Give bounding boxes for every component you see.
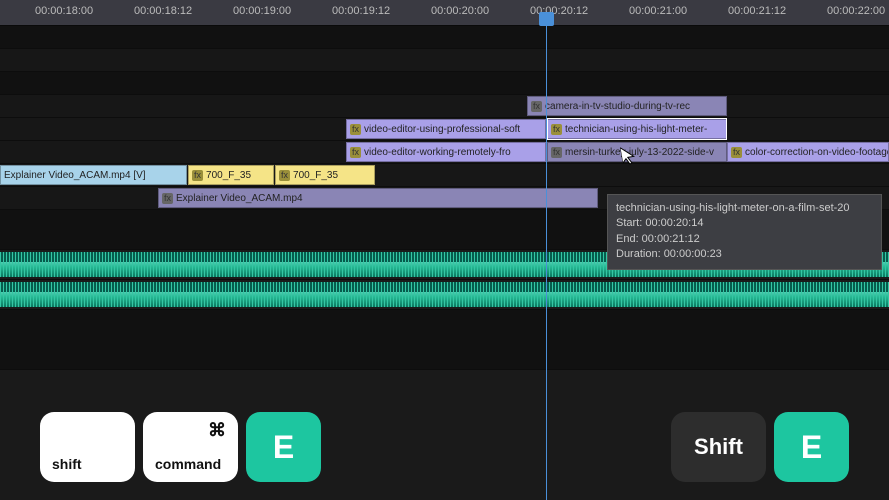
tooltip-duration: Duration: 00:00:00:23 xyxy=(616,247,873,262)
clip-explainer-acam-v[interactable]: Explainer Video_ACAM.mp4 [V] xyxy=(0,165,187,185)
key-command: ⌘ command xyxy=(143,412,238,482)
time-mark: 00:00:20:00 xyxy=(431,5,489,17)
clip-label: Explainer Video_ACAM.mp4 [V] xyxy=(4,170,146,181)
clip-label: color-correction-on-video-footage-2 xyxy=(745,147,889,158)
key-label: E xyxy=(801,429,822,466)
audio-waveform xyxy=(0,282,889,307)
video-track[interactable]: fx video-editor-working-remotely-fro fx … xyxy=(0,141,889,164)
fx-icon: fx xyxy=(192,170,203,181)
clip-explainer-acam[interactable]: fx Explainer Video_ACAM.mp4 xyxy=(158,188,598,208)
clip-label: Explainer Video_ACAM.mp4 xyxy=(176,193,303,204)
tooltip-end: End: 00:00:21:12 xyxy=(616,232,873,247)
clip-label: 700_F_35 xyxy=(206,170,251,181)
key-label: Shift xyxy=(694,434,743,460)
clip-label: 700_F_35 xyxy=(293,170,338,181)
clip-tooltip: technician-using-his-light-meter-on-a-fi… xyxy=(607,194,882,270)
track-empty[interactable] xyxy=(0,310,889,370)
shortcut-overlay: shift ⌘ command E Shift E xyxy=(0,412,889,482)
tooltip-title: technician-using-his-light-meter-on-a-fi… xyxy=(616,201,873,216)
key-e: E xyxy=(246,412,321,482)
time-mark: 00:00:21:12 xyxy=(728,5,786,17)
key-shift-dark: Shift xyxy=(671,412,766,482)
clip-technician-light-meter[interactable]: fx technician-using-his-light-meter- xyxy=(547,119,727,139)
clip-label: camera-in-tv-studio-during-tv-rec xyxy=(545,101,690,112)
audio-track[interactable] xyxy=(0,280,889,310)
fx-icon: fx xyxy=(350,124,361,135)
time-mark: 00:00:22:00 xyxy=(827,5,885,17)
video-track[interactable]: Explainer Video_ACAM.mp4 [V] fx 700_F_35… xyxy=(0,164,889,187)
time-mark: 00:00:21:00 xyxy=(629,5,687,17)
clip-camera-tv-studio[interactable]: fx camera-in-tv-studio-during-tv-rec xyxy=(527,96,727,116)
track-empty[interactable] xyxy=(0,49,889,72)
key-label: shift xyxy=(52,456,82,472)
command-icon: ⌘ xyxy=(208,420,226,441)
clip-700f35-a[interactable]: fx 700_F_35 xyxy=(188,165,274,185)
key-label: command xyxy=(155,456,221,472)
fx-icon: fx xyxy=(531,101,542,112)
key-shift: shift xyxy=(40,412,135,482)
time-ruler[interactable]: 00:00:18:00 00:00:18:12 00:00:19:00 00:0… xyxy=(0,0,889,26)
time-mark: 00:00:18:12 xyxy=(134,5,192,17)
clip-label: video-editor-using-professional-soft xyxy=(364,124,520,135)
fx-icon: fx xyxy=(731,147,742,158)
fx-icon: fx xyxy=(551,147,562,158)
playhead-marker[interactable] xyxy=(539,12,554,26)
track-empty[interactable] xyxy=(0,72,889,95)
fx-icon: fx xyxy=(162,193,173,204)
clip-editor-remote[interactable]: fx video-editor-working-remotely-fro xyxy=(346,142,546,162)
fx-icon: fx xyxy=(279,170,290,181)
track-empty[interactable] xyxy=(0,26,889,49)
shortcut-left: shift ⌘ command E xyxy=(40,412,321,482)
time-mark: 00:00:19:12 xyxy=(332,5,390,17)
clip-editor-pro-soft[interactable]: fx video-editor-using-professional-soft xyxy=(346,119,546,139)
key-label: E xyxy=(273,429,294,466)
shortcut-right: Shift E xyxy=(671,412,849,482)
clip-700f35-b[interactable]: fx 700_F_35 xyxy=(275,165,375,185)
video-track[interactable]: fx camera-in-tv-studio-during-tv-rec xyxy=(0,95,889,118)
clip-label: technician-using-his-light-meter- xyxy=(565,124,707,135)
fx-icon: fx xyxy=(350,147,361,158)
time-mark: 00:00:18:00 xyxy=(35,5,93,17)
clip-color-correction[interactable]: fx color-correction-on-video-footage-2 xyxy=(727,142,889,162)
key-e-right: E xyxy=(774,412,849,482)
time-mark: 00:00:19:00 xyxy=(233,5,291,17)
fx-icon: fx xyxy=(551,124,562,135)
tooltip-start: Start: 00:00:20:14 xyxy=(616,216,873,231)
clip-label: mersin-turkey-july-13-2022-side-v xyxy=(565,147,714,158)
clip-label: video-editor-working-remotely-fro xyxy=(364,147,511,158)
video-track[interactable]: fx video-editor-using-professional-soft … xyxy=(0,118,889,141)
